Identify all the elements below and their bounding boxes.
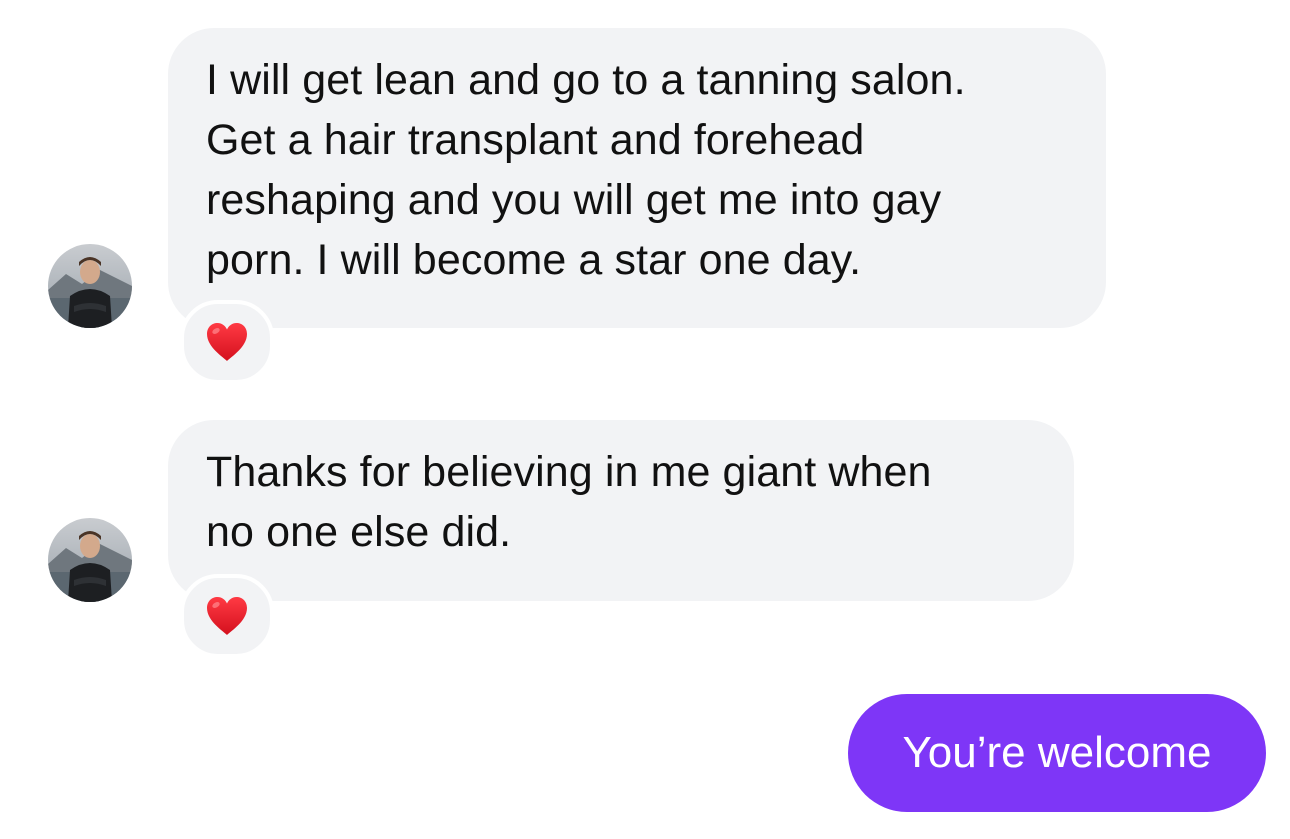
incoming-message-bubble[interactable]: I will get lean and go to a tanning salo… <box>168 28 1106 328</box>
message-text-line: Get a hair transplant and forehead <box>206 116 865 164</box>
sender-avatar[interactable] <box>48 518 132 602</box>
message-text-line: I will get lean and go to a tanning salo… <box>206 56 966 104</box>
incoming-message-bubble[interactable]: Thanks for believing in me giant when no… <box>168 420 1074 601</box>
user-avatar-photo-icon <box>48 518 132 602</box>
heart-reaction[interactable] <box>180 300 274 384</box>
message-text: You’re welcome <box>902 728 1212 777</box>
message-text-line: reshaping and you will get me into gay <box>206 176 942 224</box>
red-heart-icon <box>207 323 247 361</box>
outgoing-message-bubble[interactable]: You’re welcome <box>848 694 1266 812</box>
message-text-line: no one else did. <box>206 508 512 556</box>
red-heart-icon <box>207 597 247 635</box>
message-text-line: porn. I will become a star one day. <box>206 236 862 284</box>
sender-avatar[interactable] <box>48 244 132 328</box>
message-text-line: Thanks for believing in me giant when <box>206 448 932 496</box>
user-avatar-photo-icon <box>48 244 132 328</box>
heart-reaction[interactable] <box>180 574 274 658</box>
